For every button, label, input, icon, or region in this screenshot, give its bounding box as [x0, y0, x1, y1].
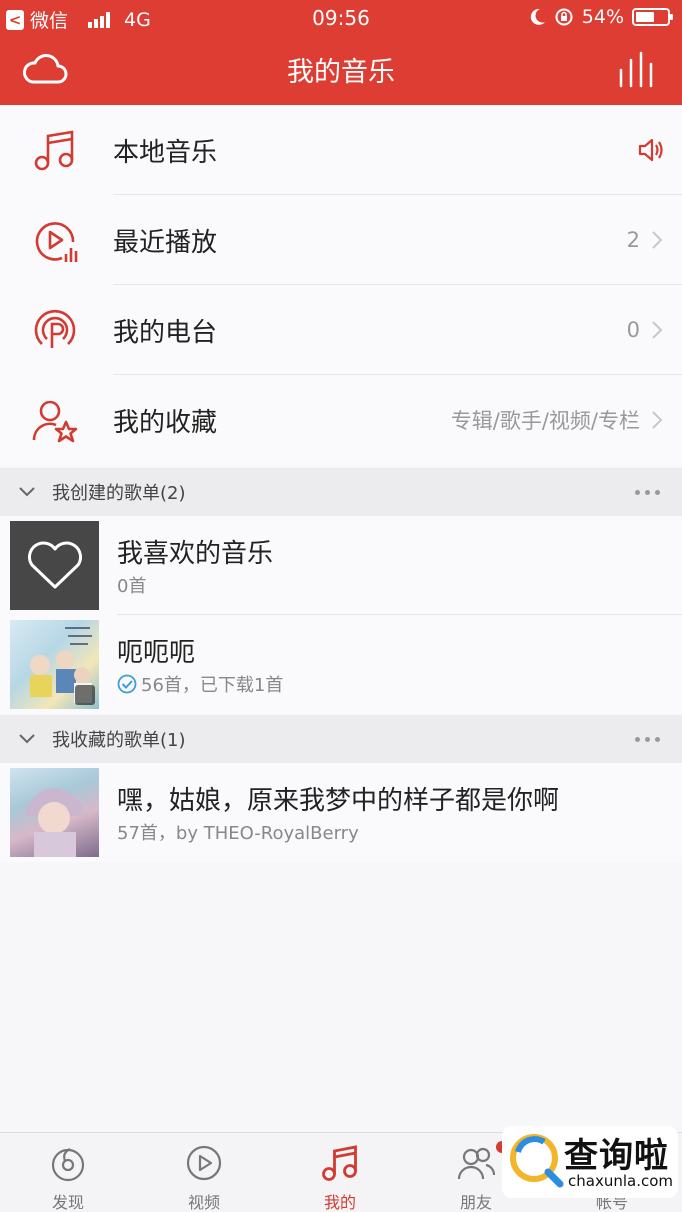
playlist-girl-dream[interactable]: 嘿，姑娘，原来我梦中的样子都是你啊 57首，by THEO-RoyalBerry: [0, 763, 682, 862]
menu-local-music[interactable]: 本地音乐: [0, 105, 682, 195]
menu-label: 最近播放: [113, 227, 218, 258]
discover-icon: [51, 1148, 85, 1182]
chevron-down-icon: [19, 734, 35, 744]
search-magnifier-logo: [510, 1134, 564, 1188]
recent-play-icon: [35, 222, 78, 262]
tab-discover[interactable]: 发现: [0, 1133, 136, 1212]
app-header: < 微信 4G 09:56 54% 我的音乐: [0, 0, 682, 105]
playlist-count: 0首: [117, 576, 147, 597]
battery-percent: 54%: [581, 6, 624, 28]
playlist-count: 57首，by THEO-RoyalBerry: [117, 823, 359, 844]
menu-label: 我的收藏: [113, 407, 218, 438]
moon-icon: [530, 8, 545, 25]
speaker-icon[interactable]: [638, 138, 666, 162]
playlist-name: 我喜欢的音乐: [117, 539, 274, 569]
friends-icon: [457, 1147, 496, 1180]
downloaded-check-icon: [117, 674, 137, 694]
menu-my-radio[interactable]: 我的电台 0: [0, 285, 682, 375]
playlist-meta: 0首: [117, 572, 146, 598]
chevron-right-icon: [652, 231, 663, 249]
video-icon: [186, 1145, 222, 1181]
radio-icon: [34, 309, 76, 348]
my-music-menu: 本地音乐 最近播放 2 我的电台 0 我的收藏 专辑/歌手/视频/专栏: [0, 105, 682, 465]
playlist-cover: [10, 768, 99, 857]
playlist-meta: 56首，已下载1首: [117, 671, 283, 697]
now-playing-icon[interactable]: [616, 50, 656, 90]
chevron-right-icon: [652, 321, 663, 339]
created-playlists-header[interactable]: 我创建的歌单(2): [0, 468, 682, 516]
lock-icon: [75, 685, 95, 705]
watermark-text: 查询啦: [564, 1136, 669, 1176]
playlist-eee[interactable]: 呃呃呃 56首，已下载1首: [0, 615, 682, 714]
user-star-icon: [32, 400, 78, 443]
radio-count: 0: [626, 318, 640, 342]
menu-label: 我的电台: [113, 317, 218, 348]
recent-count: 2: [626, 228, 640, 252]
watermark-domain: chaxunla.com: [568, 1172, 673, 1190]
battery-icon: [632, 8, 673, 26]
music-note-icon: [34, 130, 74, 171]
playlist-cover: [10, 521, 99, 610]
menu-label: 本地音乐: [113, 137, 218, 168]
more-icon[interactable]: [635, 737, 660, 742]
tab-mine[interactable]: 我的: [272, 1133, 408, 1212]
playlist-cover: [10, 620, 99, 709]
watermark-logo: 查询啦 chaxunla.com: [502, 1126, 678, 1198]
playlist-name: 呃呃呃: [117, 638, 196, 668]
favorited-playlists-header[interactable]: 我收藏的歌单(1): [0, 715, 682, 763]
menu-my-favorites[interactable]: 我的收藏 专辑/歌手/视频/专栏: [0, 375, 682, 465]
chevron-right-icon: [652, 411, 663, 429]
cover-artwork: [26, 787, 82, 857]
section-label: 我创建的歌单(2): [52, 483, 186, 504]
playlist-liked[interactable]: 我喜欢的音乐 0首: [0, 516, 682, 615]
more-icon[interactable]: [635, 490, 660, 495]
playlist-name: 嘿，姑娘，原来我梦中的样子都是你啊: [117, 786, 560, 816]
tab-label: 我的: [323, 1193, 356, 1212]
playlist-count: 56首，已下载1首: [141, 675, 284, 696]
section-label: 我收藏的歌单(1): [52, 730, 186, 751]
favorites-categories: 专辑/歌手/视频/专栏: [450, 409, 640, 433]
tab-label: 视频: [187, 1193, 220, 1212]
heart-icon: [27, 541, 82, 588]
tab-label: 发现: [51, 1193, 84, 1212]
playlist-meta: 57首，by THEO-RoyalBerry: [117, 819, 359, 845]
status-bar: < 微信 4G 09:56 54%: [0, 0, 682, 36]
music-note-icon: [322, 1145, 357, 1181]
menu-recent-play[interactable]: 最近播放 2: [0, 195, 682, 285]
chevron-down-icon: [19, 487, 35, 497]
rotation-lock-icon: [555, 8, 573, 26]
tab-video[interactable]: 视频: [136, 1133, 272, 1212]
page-title: 我的音乐: [287, 57, 395, 88]
